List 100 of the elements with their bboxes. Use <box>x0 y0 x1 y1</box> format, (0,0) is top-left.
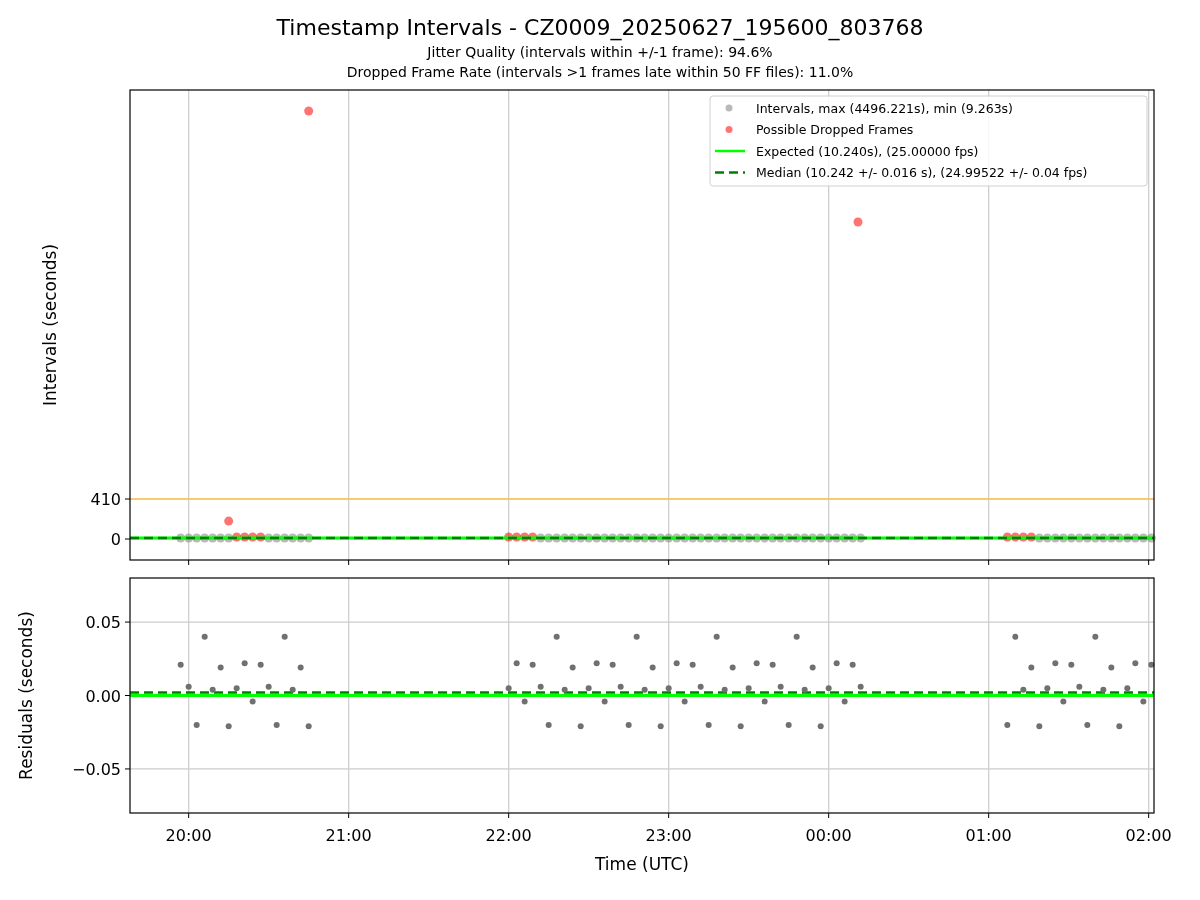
data-point <box>608 533 618 543</box>
data-point <box>264 533 274 543</box>
data-point <box>241 660 248 667</box>
data-point <box>853 217 863 227</box>
data-point <box>1114 533 1124 543</box>
tick-label: 21:00 <box>325 826 372 845</box>
legend-marker-icon <box>725 126 733 133</box>
data-point <box>569 664 576 671</box>
data-point <box>1090 533 1100 543</box>
data-point <box>592 533 602 543</box>
data-point <box>640 533 650 543</box>
data-point <box>192 533 202 543</box>
data-point <box>208 533 218 543</box>
tick-label: 20:00 <box>165 826 212 845</box>
data-point <box>297 664 304 671</box>
data-point <box>209 686 216 693</box>
data-point <box>552 533 562 543</box>
data-point <box>1034 533 1044 543</box>
data-point <box>680 533 690 543</box>
chart-title: Timestamp Intervals - CZ0009_20250627_195600_803768 <box>276 14 924 42</box>
data-point <box>808 533 818 543</box>
legend-line-icon <box>715 171 745 174</box>
data-point <box>553 633 560 640</box>
data-point <box>848 533 858 543</box>
data-point <box>1146 533 1156 543</box>
data-point <box>1044 685 1051 692</box>
data-point <box>1052 660 1059 667</box>
axis-title: Residuals (seconds) <box>16 611 36 780</box>
data-point <box>624 533 634 543</box>
data-point <box>1018 532 1028 542</box>
data-point <box>832 533 842 543</box>
data-point <box>272 533 282 543</box>
data-point <box>576 533 586 543</box>
data-point <box>1058 533 1068 543</box>
data-point <box>673 660 680 667</box>
data-point <box>736 533 746 543</box>
data-point <box>561 686 568 693</box>
data-point <box>1068 661 1075 668</box>
data-point <box>776 533 786 543</box>
data-point <box>816 533 826 543</box>
data-point <box>1028 664 1035 671</box>
data-point <box>785 721 792 728</box>
data-point <box>584 533 594 543</box>
data-point <box>825 685 832 692</box>
data-point <box>1012 633 1019 640</box>
data-point <box>753 660 760 667</box>
data-point <box>1130 533 1140 543</box>
data-point <box>281 633 288 640</box>
data-point <box>201 633 208 640</box>
data-point <box>1106 533 1116 543</box>
axis-title: Intervals (seconds) <box>40 243 60 407</box>
data-point <box>1036 723 1043 730</box>
data-point <box>585 685 592 692</box>
data-point <box>505 685 512 692</box>
data-point <box>800 533 810 543</box>
data-point <box>1020 686 1027 693</box>
data-point <box>568 533 578 543</box>
data-point <box>257 661 264 668</box>
data-point <box>1050 533 1060 543</box>
data-point <box>513 660 520 667</box>
tick-label: 00:00 <box>805 826 852 845</box>
data-point <box>1076 683 1083 690</box>
data-point <box>737 723 744 730</box>
data-point <box>1066 533 1076 543</box>
data-point <box>657 723 664 730</box>
data-point <box>216 533 226 543</box>
data-point <box>681 698 688 705</box>
data-point <box>633 633 640 640</box>
data-point <box>528 532 538 542</box>
data-point <box>249 698 256 705</box>
data-point <box>1026 532 1036 542</box>
legend-label: Median (10.242 +/- 0.016 s), (24.99522 +/- 0.04 fps) <box>756 165 1088 180</box>
data-point <box>256 532 266 542</box>
data-point <box>784 533 794 543</box>
data-point <box>817 723 824 730</box>
data-point <box>824 533 834 543</box>
chart-subtitle: Dropped Frame Rate (intervals >1 frames late within 50 FF files): 11.0% <box>346 63 854 82</box>
data-point <box>560 533 570 543</box>
data-point <box>224 533 234 543</box>
data-point <box>720 533 730 543</box>
data-point <box>520 532 530 542</box>
axis-title: Time (UTC) <box>595 854 689 874</box>
data-point <box>288 533 298 543</box>
tick-label: −0.05 <box>71 759 121 779</box>
data-point <box>792 533 802 543</box>
data-point <box>1098 533 1108 543</box>
data-point <box>849 661 856 668</box>
data-point <box>185 683 192 690</box>
data-point <box>744 533 754 543</box>
data-point <box>1084 721 1091 728</box>
data-point <box>664 533 674 543</box>
data-point <box>1100 686 1107 693</box>
data-point <box>833 660 840 667</box>
data-point <box>689 661 696 668</box>
data-point <box>721 686 728 693</box>
data-point <box>512 532 522 542</box>
data-point <box>536 533 546 543</box>
data-point <box>200 533 210 543</box>
data-point <box>1138 533 1148 543</box>
tick-label: 23:00 <box>645 826 692 845</box>
